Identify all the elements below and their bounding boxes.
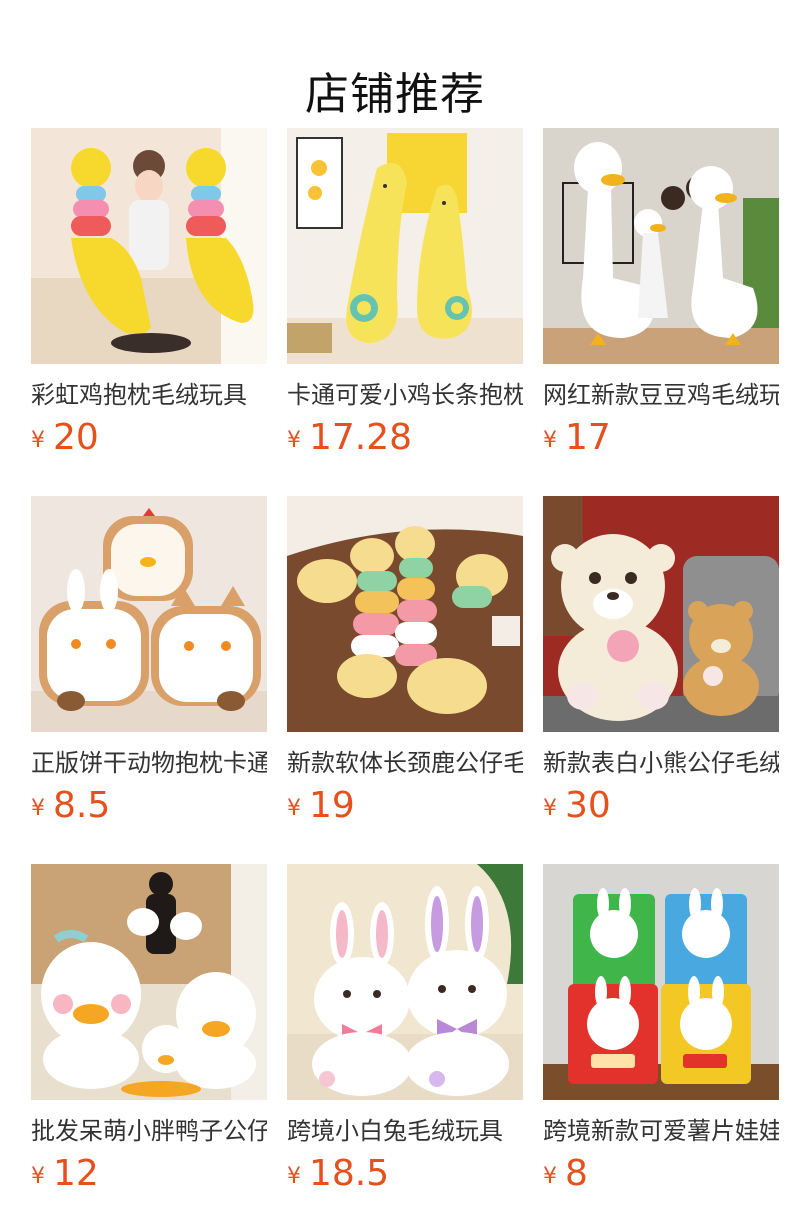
product-price: ¥8.5 (31, 784, 267, 828)
currency-symbol: ¥ (287, 796, 301, 821)
product-image[interactable] (287, 864, 523, 1100)
currency-symbol: ¥ (287, 428, 301, 453)
product-image[interactable] (31, 128, 267, 364)
currency-symbol: ¥ (543, 1164, 557, 1189)
product-card[interactable]: 批发呆萌小胖鸭子公仔 ¥12 (31, 864, 267, 1200)
product-grid: 彩虹鸡抱枕毛绒玩具 ¥20 卡通可爱小鸡长条抱枕 ¥ 17.28 网红新款豆豆鸡… (31, 128, 779, 1200)
product-price: ¥8 (543, 1152, 779, 1196)
rainbow-chicken-plush-image (31, 128, 267, 364)
price-amount: 8 (565, 1153, 588, 1194)
product-card[interactable]: 彩虹鸡抱枕毛绒玩具 ¥20 (31, 128, 267, 464)
white-goose-plush-image (543, 128, 779, 364)
currency-symbol: ¥ (543, 428, 557, 453)
product-name[interactable]: 正版饼干动物抱枕卡通 (31, 746, 267, 780)
product-card[interactable]: 新款表白小熊公仔毛绒 ¥30 (543, 496, 779, 832)
price-amount: 20 (53, 417, 99, 458)
product-image[interactable] (543, 864, 779, 1100)
product-image[interactable] (543, 496, 779, 732)
product-image[interactable] (287, 496, 523, 732)
currency-symbol: ¥ (31, 796, 45, 821)
product-name[interactable]: 批发呆萌小胖鸭子公仔 (31, 1114, 267, 1148)
product-name[interactable]: 新款表白小熊公仔毛绒 (543, 746, 779, 780)
confession-bear-plush-image (543, 496, 779, 732)
product-card[interactable]: 网红新款豆豆鸡毛绒玩具 ¥17 (543, 128, 779, 464)
product-image[interactable] (31, 496, 267, 732)
product-name[interactable]: 跨境小白兔毛绒玩具 (287, 1114, 523, 1148)
product-price: ¥18.5 (287, 1152, 523, 1196)
price-amount: 8.5 (53, 785, 111, 826)
product-price: ¥17 (543, 416, 779, 460)
price-amount: 19 (309, 785, 355, 826)
product-card[interactable]: 跨境新款可爱薯片娃娃 ¥8 (543, 864, 779, 1200)
product-price: ¥19 (287, 784, 523, 828)
price-amount: 18.5 (309, 1153, 390, 1194)
product-name[interactable]: 网红新款豆豆鸡毛绒玩具 (543, 378, 779, 412)
chip-bag-rabbit-plush-image (543, 864, 779, 1100)
product-image[interactable] (31, 864, 267, 1100)
product-name[interactable]: 卡通可爱小鸡长条抱枕 (287, 378, 523, 412)
white-rabbit-plush-image (287, 864, 523, 1100)
price-amount: 17.28 (309, 417, 413, 458)
chubby-duck-plush-image (31, 864, 267, 1100)
product-image[interactable] (287, 128, 523, 364)
product-card[interactable]: 卡通可爱小鸡长条抱枕 ¥17.28 (287, 128, 523, 464)
product-price: ¥20 (31, 416, 267, 460)
product-card[interactable]: 跨境小白兔毛绒玩具 ¥18.5 (287, 864, 523, 1200)
product-price: ¥17.28 (287, 416, 523, 460)
price-amount: 12 (53, 1153, 99, 1194)
product-name[interactable]: 彩虹鸡抱枕毛绒玩具 (31, 378, 267, 412)
product-price: ¥30 (543, 784, 779, 828)
product-price: ¥12 (31, 1152, 267, 1196)
currency-symbol: ¥ (287, 1164, 301, 1189)
currency-symbol: ¥ (31, 1164, 45, 1189)
page-title: 店铺推荐 (305, 69, 485, 121)
currency-symbol: ¥ (31, 428, 45, 453)
product-card[interactable]: 新款软体长颈鹿公仔毛绒 ¥19 (287, 496, 523, 832)
currency-symbol: ¥ (543, 796, 557, 821)
product-card[interactable]: 正版饼干动物抱枕卡通 ¥8.5 (31, 496, 267, 832)
price-amount: 30 (565, 785, 611, 826)
price-amount: 17 (565, 417, 611, 458)
toast-animal-pillows-image (31, 496, 267, 732)
product-name[interactable]: 新款软体长颈鹿公仔毛绒 (287, 746, 523, 780)
long-chick-pillow-image (287, 128, 523, 364)
product-image[interactable] (543, 128, 779, 364)
soft-giraffe-plush-image (287, 496, 523, 732)
product-name[interactable]: 跨境新款可爱薯片娃娃 (543, 1114, 779, 1148)
